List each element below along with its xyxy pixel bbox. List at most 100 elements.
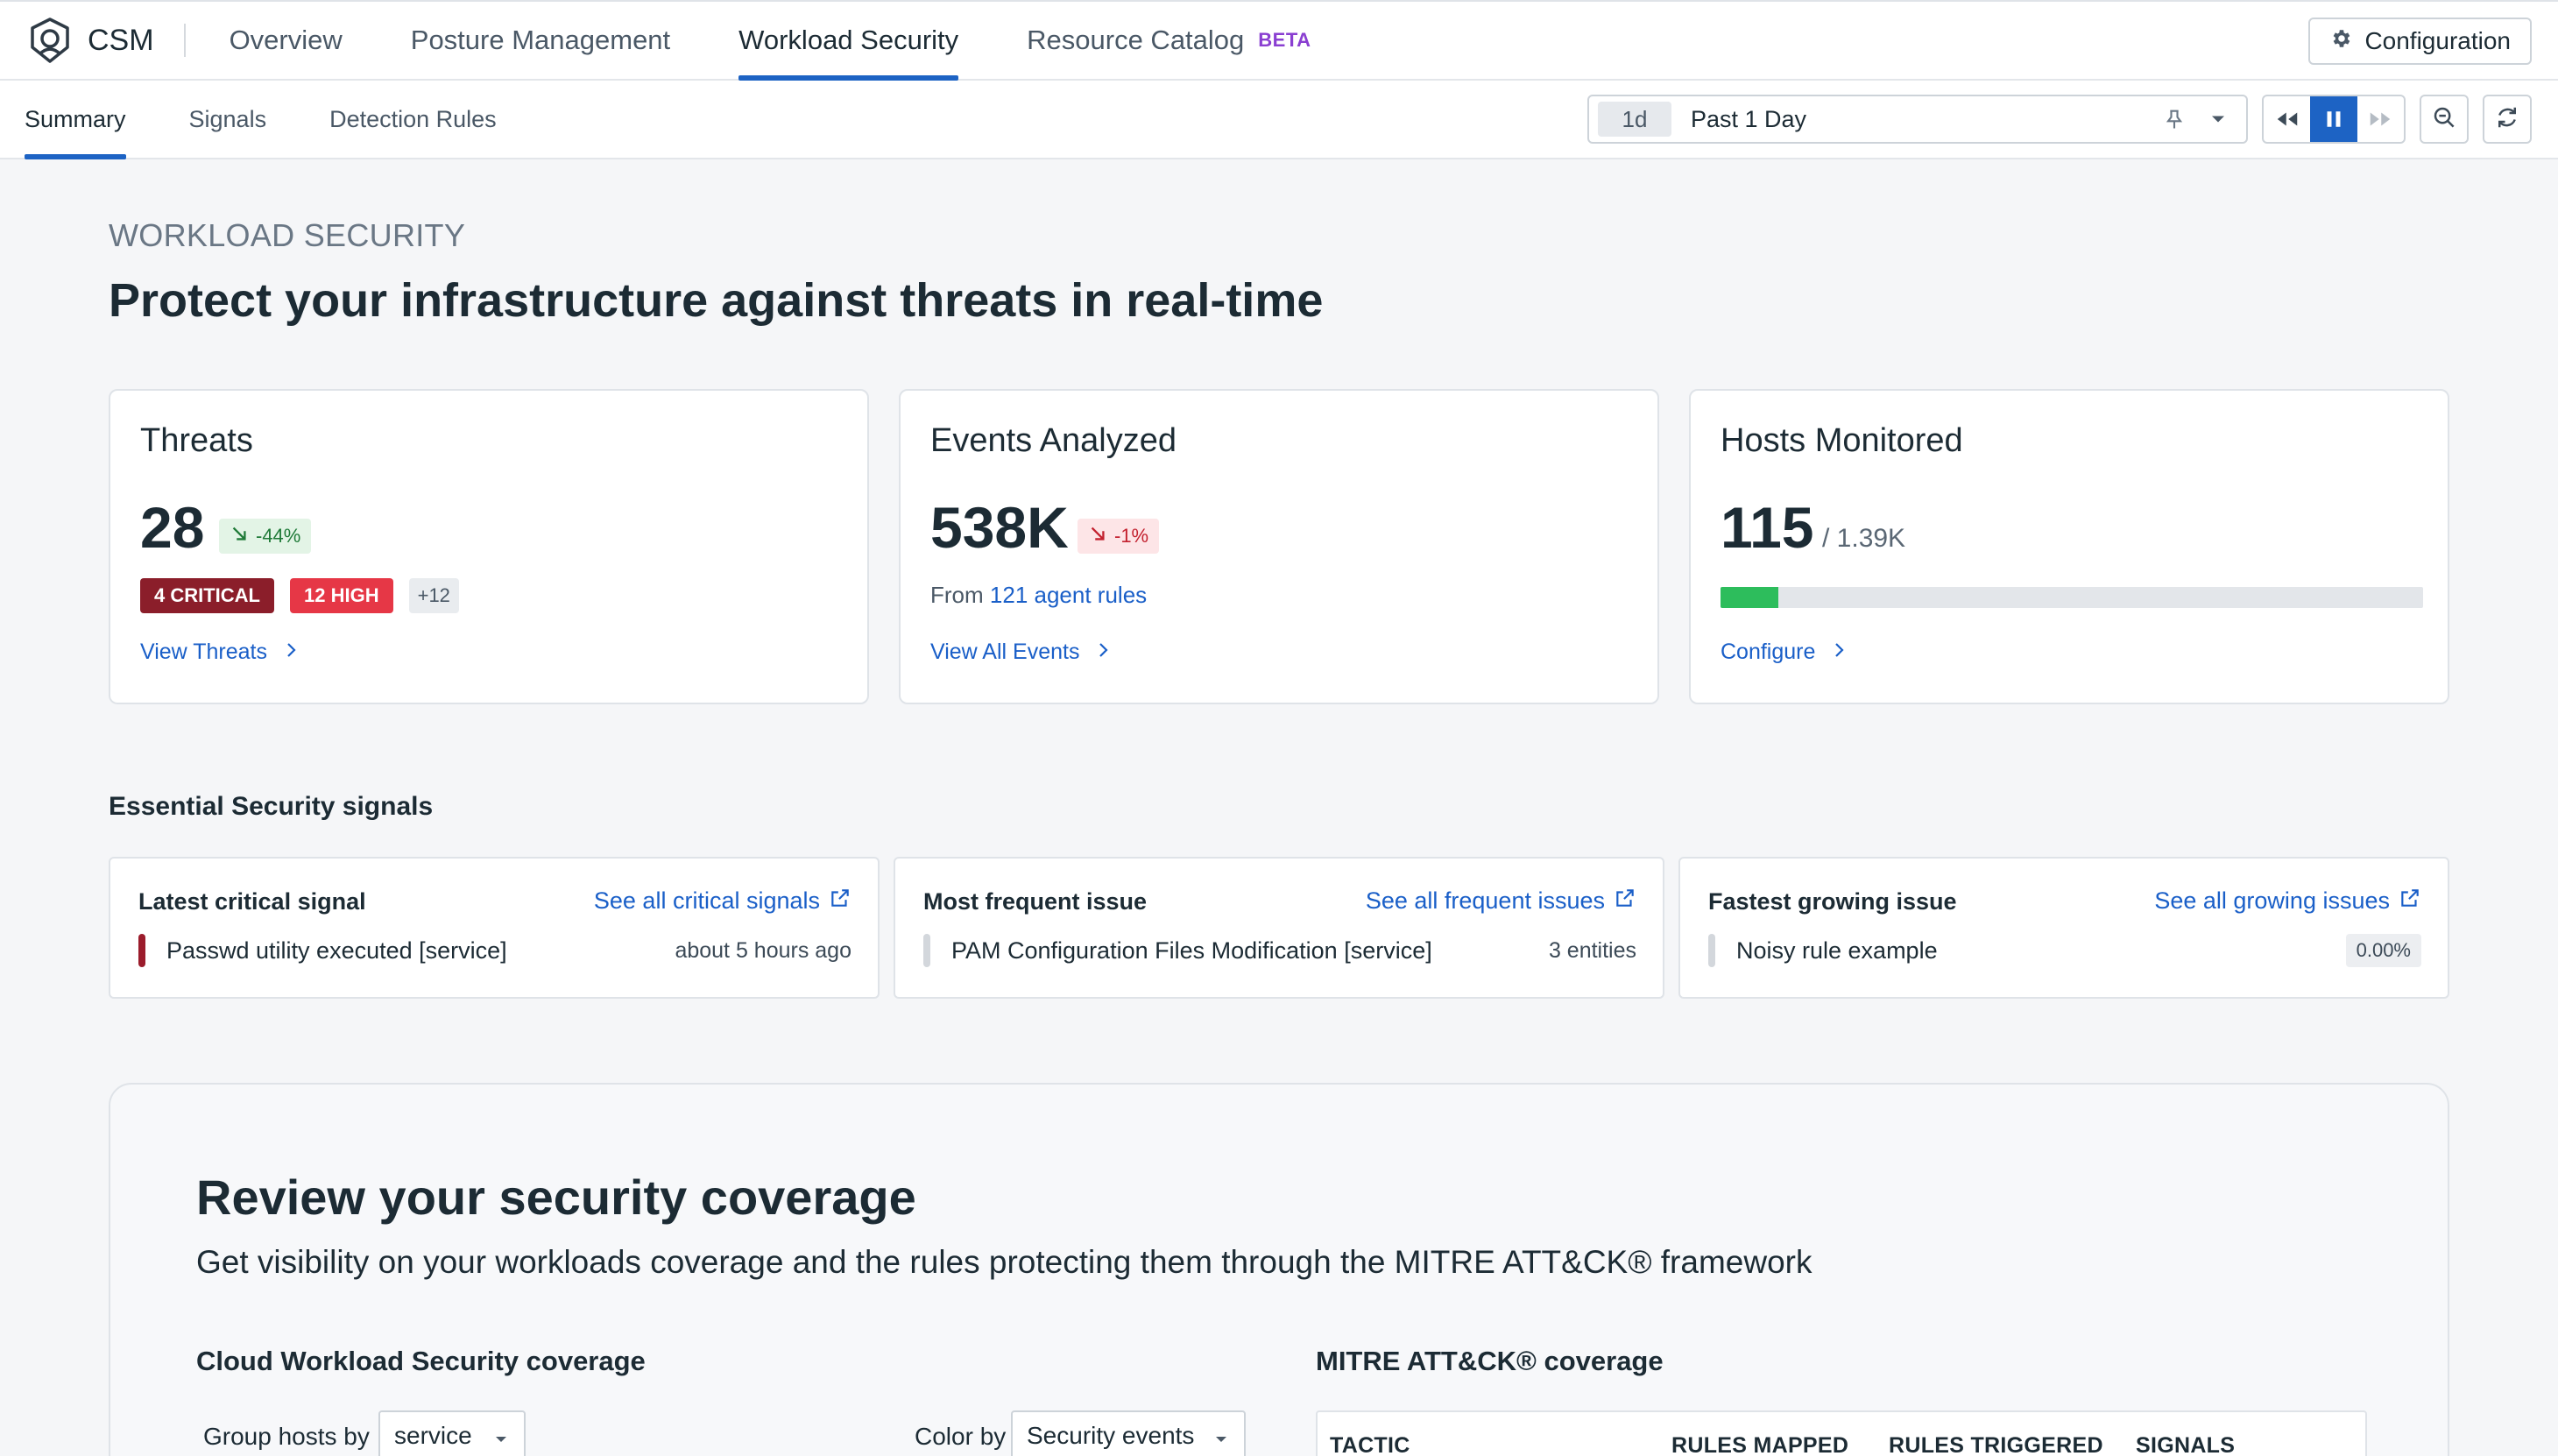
view-threats-link[interactable]: View Threats xyxy=(140,640,299,665)
link-label: View Threats xyxy=(140,640,267,664)
growth-badge: 0.00% xyxy=(2345,934,2421,967)
brand[interactable]: CSM xyxy=(25,15,154,66)
agent-rules-link[interactable]: 121 agent rules xyxy=(990,582,1147,608)
signal-card-growing: Fastest growing issue See all growing is… xyxy=(1678,857,2449,999)
critical-badge[interactable]: 4 CRITICAL xyxy=(140,578,274,613)
delta-value: -1% xyxy=(1114,525,1149,547)
signal-text: Passwd utility executed [service] xyxy=(166,937,507,964)
severity-badges: 4 CRITICAL 12 HIGH +12 xyxy=(140,578,459,613)
chevron-right-icon xyxy=(285,640,299,665)
hosts-card: Hosts Monitored 115 / 1.39K Configure xyxy=(1689,389,2449,704)
tab-overview[interactable]: Overview xyxy=(207,2,365,79)
app-name: CSM xyxy=(88,23,154,57)
column-header-rules-mapped[interactable]: RULES MAPPED xyxy=(1671,1433,1848,1456)
see-all-growing-link[interactable]: See all growing issues xyxy=(2154,887,2421,915)
configure-link[interactable]: Configure xyxy=(1721,640,1847,665)
chevron-down-icon[interactable] xyxy=(2206,107,2230,136)
mitre-coverage-title: MITRE ATT&CK® coverage xyxy=(1316,1346,1664,1376)
arrow-down-right-icon xyxy=(1088,524,1107,548)
signal-entities: 3 entities xyxy=(1548,937,1636,963)
tab-label: Posture Management xyxy=(410,25,671,55)
subtab-label: Summary xyxy=(25,105,126,132)
delta-value: -44% xyxy=(256,525,301,547)
zoom-out-button[interactable] xyxy=(2420,95,2469,144)
beta-badge: BETA xyxy=(1258,29,1311,51)
signal-time: about 5 hours ago xyxy=(675,937,851,963)
more-badge[interactable]: +12 xyxy=(408,578,459,613)
subtab-summary[interactable]: Summary xyxy=(25,81,126,159)
column-header-signals-generated[interactable]: SIGNALS GENERATED xyxy=(2136,1433,2365,1456)
chevron-right-icon xyxy=(1833,640,1847,665)
coverage-title: Review your security coverage xyxy=(196,1170,916,1225)
pause-button[interactable] xyxy=(2310,96,2357,142)
see-all-frequent-link[interactable]: See all frequent issues xyxy=(1366,887,1636,915)
events-source: From 121 agent rules xyxy=(930,582,1147,609)
zoom-out-icon xyxy=(2431,104,2457,135)
rewind-button[interactable] xyxy=(2264,96,2310,142)
column-header-rules-triggered[interactable]: RULES TRIGGERED xyxy=(1889,1433,2103,1456)
configuration-label: Configuration xyxy=(2364,27,2511,54)
tab-posture-management[interactable]: Posture Management xyxy=(388,2,693,79)
tab-workload-security[interactable]: Workload Security xyxy=(716,2,981,81)
signal-heading: Fastest growing issue xyxy=(1708,888,1957,915)
mitre-table: TACTIC RULES MAPPED RULES TRIGGERED SIGN… xyxy=(1316,1410,2367,1456)
severity-marker xyxy=(1708,934,1715,967)
configuration-button[interactable]: Configuration xyxy=(2308,18,2532,65)
hosts-progress-bar xyxy=(1721,587,2423,608)
sub-tabs: Summary Signals Detection Rules xyxy=(25,81,560,159)
signal-heading: Most frequent issue xyxy=(923,888,1148,915)
severity-marker xyxy=(138,934,145,967)
events-source-prefix: From xyxy=(930,582,984,608)
pin-icon[interactable] xyxy=(2162,107,2187,136)
signal-row[interactable]: Noisy rule example 0.00% xyxy=(1708,934,2421,967)
signal-row[interactable]: Passwd utility executed [service] about … xyxy=(138,934,851,967)
coverage-panel: Review your security coverage Get visibi… xyxy=(109,1083,2449,1456)
hosts-count: 115 xyxy=(1721,495,1814,560)
top-navigation: CSM Overview Posture Management Workload… xyxy=(0,0,2558,81)
view-all-events-link[interactable]: View All Events xyxy=(930,640,1111,665)
main-tabs: Overview Posture Management Workload Sec… xyxy=(207,2,1357,81)
select-value: service xyxy=(394,1422,472,1449)
color-by-label: Color by xyxy=(915,1423,1007,1450)
tab-label: Resource Catalog xyxy=(1027,25,1245,55)
tab-label: Overview xyxy=(229,25,343,55)
group-by-select[interactable]: service xyxy=(378,1410,526,1456)
gear-icon xyxy=(2329,27,2352,56)
signal-text: Noisy rule example xyxy=(1736,937,1938,964)
column-header-tactic[interactable]: TACTIC xyxy=(1330,1433,1410,1456)
external-link-icon xyxy=(2399,887,2421,915)
high-badge[interactable]: 12 HIGH xyxy=(290,578,393,613)
link-label: Configure xyxy=(1721,640,1816,664)
card-title: Threats xyxy=(140,422,253,459)
refresh-icon xyxy=(2494,104,2520,135)
fast-forward-button[interactable] xyxy=(2357,96,2404,142)
subtab-label: Detection Rules xyxy=(329,105,497,132)
link-label: View All Events xyxy=(930,640,1080,664)
playback-controls xyxy=(2262,95,2406,144)
card-title: Events Analyzed xyxy=(930,422,1177,459)
page-title: Protect your infrastructure against thre… xyxy=(109,274,1324,327)
tab-resource-catalog[interactable]: Resource Catalog BETA xyxy=(1004,2,1333,79)
subtab-label: Signals xyxy=(188,105,267,132)
tab-label: Workload Security xyxy=(738,25,959,55)
coverage-subtitle: Get visibility on your workloads coverag… xyxy=(196,1244,1813,1280)
refresh-button[interactable] xyxy=(2483,95,2532,144)
brand-divider xyxy=(183,24,186,57)
subtab-detection-rules[interactable]: Detection Rules xyxy=(329,81,497,158)
select-value: Security events xyxy=(1027,1422,1195,1449)
card-title: Hosts Monitored xyxy=(1721,422,1963,459)
hosts-progress-fill xyxy=(1721,587,1779,608)
signal-heading: Latest critical signal xyxy=(138,888,366,915)
color-by-select[interactable]: Security events xyxy=(1011,1410,1246,1456)
external-link-icon xyxy=(1614,887,1636,915)
see-all-critical-link[interactable]: See all critical signals xyxy=(594,887,851,915)
csm-logo-icon xyxy=(25,15,75,66)
subtab-signals[interactable]: Signals xyxy=(189,81,267,158)
time-range-picker[interactable]: 1d Past 1 Day xyxy=(1587,95,2248,144)
signal-row[interactable]: PAM Configuration Files Modification [se… xyxy=(923,934,1636,967)
threats-count: 28 xyxy=(140,495,205,560)
time-range-label: Past 1 Day xyxy=(1691,105,1807,132)
signal-text: PAM Configuration Files Modification [se… xyxy=(951,937,1432,964)
events-delta: -1% xyxy=(1078,519,1160,554)
threats-card: Threats 28 -44% 4 CRITICAL 12 HIGH +12 V… xyxy=(109,389,869,704)
